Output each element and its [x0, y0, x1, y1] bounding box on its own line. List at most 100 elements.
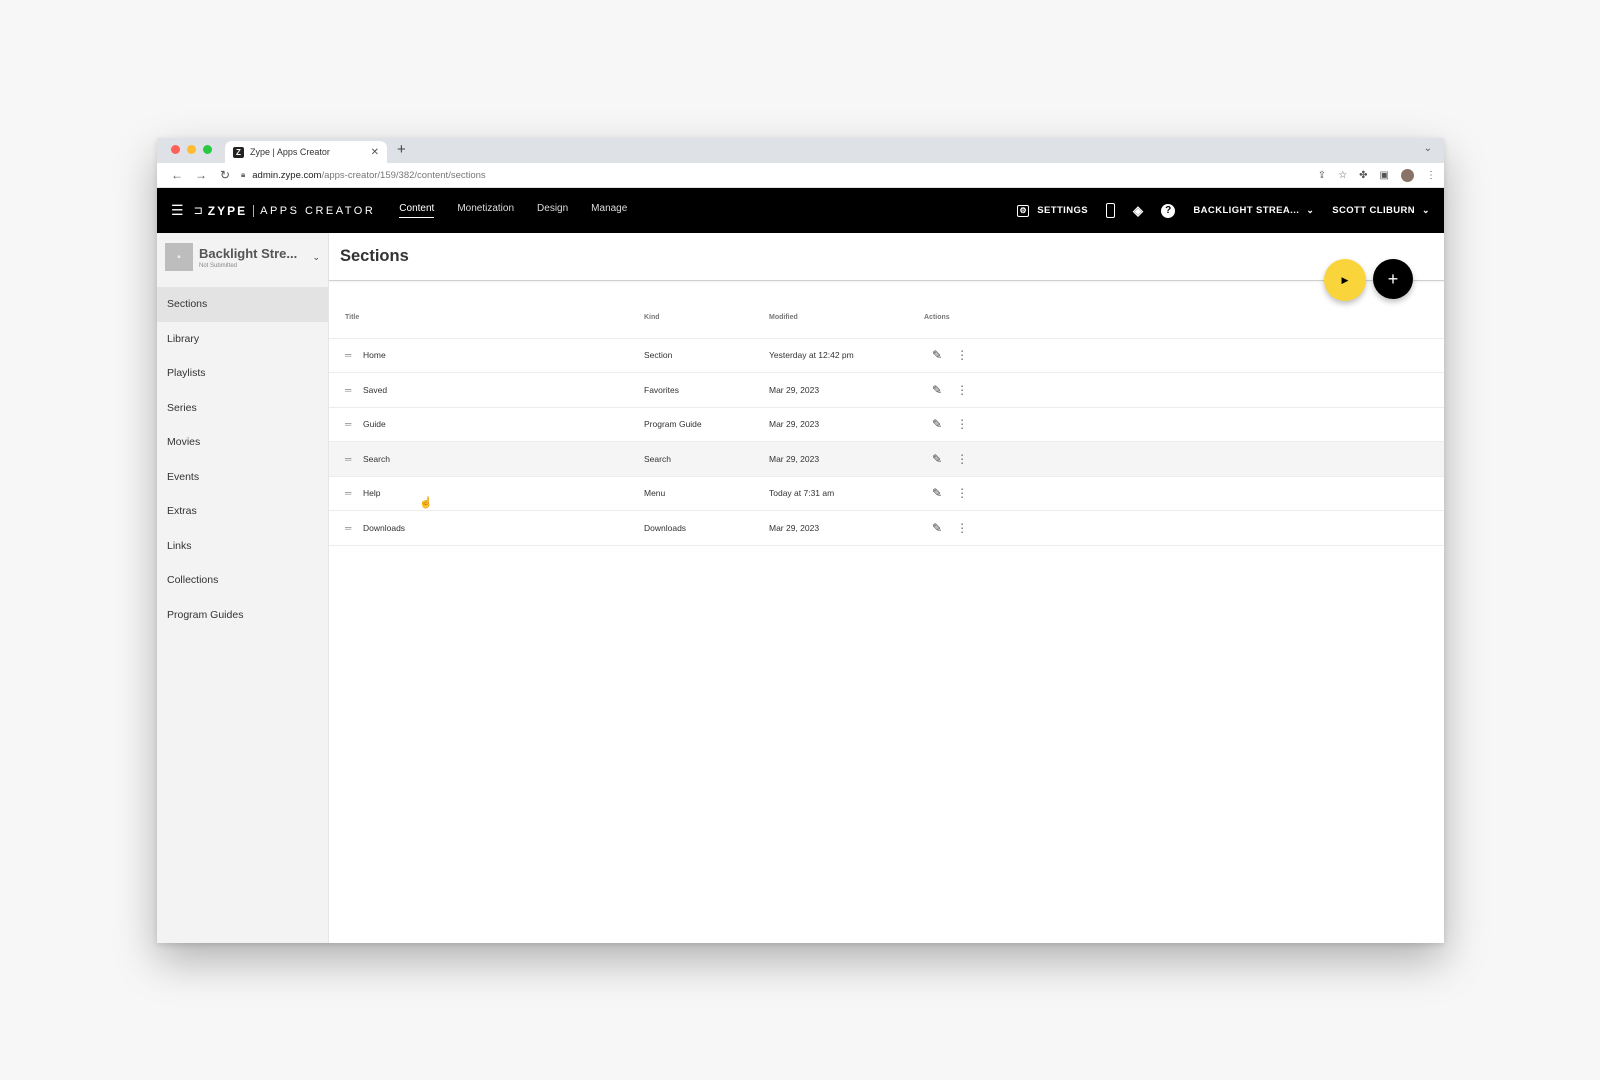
edit-pencil-icon[interactable]: ✎ — [932, 521, 942, 535]
forward-arrow-icon[interactable]: → — [189, 168, 213, 182]
drag-handle-icon[interactable]: ═ — [329, 476, 363, 511]
sidebar-item-library[interactable]: Library — [157, 322, 328, 357]
hamburger-menu-icon[interactable]: ☰ — [171, 202, 184, 219]
layers-icon[interactable]: ◈ — [1133, 203, 1143, 219]
sidebar-item-program-guides[interactable]: Program Guides — [157, 598, 328, 633]
row-spacer — [984, 441, 1444, 477]
logo-text: ZYPE — [207, 203, 248, 218]
drag-handle-icon[interactable]: ═ — [329, 338, 363, 373]
tab-close-icon[interactable]: ✕ — [371, 147, 379, 158]
browser-toolbar: ← → ↻ 🔒︎ admin.zype.com/apps-creator/159… — [157, 163, 1444, 188]
row-kind: Menu — [644, 476, 769, 511]
column-header-kind[interactable]: Kind — [644, 298, 769, 339]
edit-pencil-icon[interactable]: ✎ — [932, 417, 942, 431]
table-row[interactable]: ═ Search Search Mar 29, 2023 ✎ ⋮ — [329, 441, 1444, 477]
more-vert-icon[interactable]: ⋮ — [956, 348, 968, 362]
nav-design[interactable]: Design — [537, 203, 568, 218]
preview-play-button[interactable]: ▶ — [1324, 259, 1366, 301]
table-row[interactable]: ═ Saved Favorites Mar 29, 2023 ✎ ⋮ — [329, 372, 1444, 408]
sidebar-item-extras[interactable]: Extras — [157, 494, 328, 529]
app-thumbnail-icon: ▪ — [165, 243, 193, 271]
table-row[interactable]: ═ Home Section Yesterday at 12:42 pm ✎ ⋮ — [329, 338, 1444, 373]
page-title: Sections — [340, 247, 409, 265]
sidebar-item-links[interactable]: Links — [157, 529, 328, 564]
row-modified: Today at 7:31 am — [769, 476, 924, 511]
row-modified: Mar 29, 2023 — [769, 510, 924, 546]
row-kind: Section — [644, 338, 769, 373]
nav-manage[interactable]: Manage — [591, 203, 627, 218]
maximize-window-button[interactable] — [203, 145, 212, 154]
app-body: ▪ Backlight Stre... Not Submitted ⌄ Sect… — [157, 233, 1444, 943]
edit-pencil-icon[interactable]: ✎ — [932, 383, 942, 397]
app-selector[interactable]: ▪ Backlight Stre... Not Submitted ⌄ — [157, 233, 328, 281]
tab-title: Zype | Apps Creator — [250, 147, 330, 157]
help-icon[interactable]: ? — [1161, 203, 1176, 218]
edit-pencil-icon[interactable]: ✎ — [932, 348, 942, 362]
row-actions: ✎ ⋮ — [924, 510, 984, 546]
table-row[interactable]: ═ Downloads Downloads Mar 29, 2023 ✎ ⋮ — [329, 510, 1444, 546]
mobile-preview-icon[interactable] — [1106, 203, 1115, 218]
more-vert-icon[interactable]: ⋮ — [956, 521, 968, 535]
row-actions: ✎ ⋮ — [924, 372, 984, 408]
more-vert-icon[interactable]: ⋮ — [956, 383, 968, 397]
sidebar-item-collections[interactable]: Collections — [157, 563, 328, 598]
plus-icon: + — [1387, 268, 1399, 289]
drag-handle-icon[interactable]: ═ — [329, 372, 363, 408]
tab-search-chevron-icon[interactable]: ⌄ — [1424, 143, 1432, 154]
sidebar-item-events[interactable]: Events — [157, 460, 328, 495]
drag-handle-icon[interactable]: ═ — [329, 510, 363, 546]
edit-pencil-icon[interactable]: ✎ — [932, 486, 942, 500]
header-actions: ⚙ SETTINGS ◈ ? BACKLIGHT STREA... ⌄ SCOT… — [1017, 203, 1430, 219]
bookmark-star-icon[interactable]: ☆ — [1338, 170, 1347, 181]
settings-button[interactable]: ⚙ SETTINGS — [1017, 204, 1088, 217]
row-modified: Mar 29, 2023 — [769, 372, 924, 408]
browser-actions: ⇪ ☆ ✤ ▣ ⋮ — [1318, 168, 1436, 182]
extensions-puzzle-icon[interactable]: ✤ — [1359, 170, 1367, 181]
browser-menu-icon[interactable]: ⋮ — [1426, 170, 1436, 181]
table-row[interactable]: ═ Guide Program Guide Mar 29, 2023 ✎ ⋮ — [329, 407, 1444, 442]
row-title: Saved — [363, 372, 644, 408]
url-host: admin.zype.com — [252, 169, 322, 181]
close-window-button[interactable] — [171, 145, 180, 154]
sidebar-item-playlists[interactable]: Playlists — [157, 356, 328, 391]
share-icon[interactable]: ⇪ — [1318, 170, 1326, 181]
column-header-title[interactable]: Title — [329, 298, 644, 339]
zype-logo[interactable]: ⊐ ZYPE APPS CREATOR — [194, 204, 376, 218]
profile-avatar[interactable] — [1401, 168, 1414, 182]
nav-content[interactable]: Content — [399, 203, 435, 218]
back-arrow-icon[interactable]: ← — [165, 168, 189, 182]
drag-handle-icon[interactable]: ═ — [329, 407, 363, 442]
account-dropdown[interactable]: BACKLIGHT STREA... ⌄ — [1193, 205, 1314, 216]
edit-pencil-icon[interactable]: ✎ — [932, 452, 942, 466]
browser-window: Z Zype | Apps Creator ✕ + ⌄ ← → ↻ 🔒︎ adm… — [157, 138, 1444, 943]
sidebar-item-movies[interactable]: Movies — [157, 425, 328, 460]
table-row[interactable]: ═ Help Menu Today at 7:31 am ✎ ⋮ — [329, 476, 1444, 511]
column-header-modified[interactable]: Modified — [769, 298, 924, 339]
browser-tab[interactable]: Z Zype | Apps Creator ✕ — [225, 141, 387, 163]
main-header: Sections — [329, 233, 1444, 281]
drag-handle-icon[interactable]: ═ — [329, 441, 363, 477]
address-bar[interactable]: 🔒︎ admin.zype.com/apps-creator/159/382/c… — [241, 166, 1318, 185]
sidebar-item-sections[interactable]: Sections — [157, 287, 328, 322]
gear-icon: ⚙ — [1017, 204, 1030, 217]
main-nav: Content Monetization Design Manage — [399, 203, 627, 218]
reload-icon[interactable]: ↻ — [213, 168, 237, 182]
row-actions: ✎ ⋮ — [924, 476, 984, 511]
new-tab-icon[interactable]: + — [397, 141, 406, 158]
logo-subtitle: APPS CREATOR — [260, 204, 376, 217]
more-vert-icon[interactable]: ⋮ — [956, 417, 968, 431]
side-panel-icon[interactable]: ▣ — [1380, 170, 1389, 181]
nav-monetization[interactable]: Monetization — [457, 203, 514, 218]
row-actions: ✎ ⋮ — [924, 338, 984, 373]
window-controls — [171, 145, 212, 154]
minimize-window-button[interactable] — [187, 145, 196, 154]
app-name-block: Backlight Stre... Not Submitted — [199, 246, 312, 269]
row-spacer — [984, 338, 1444, 373]
sidebar-item-series[interactable]: Series — [157, 391, 328, 426]
add-section-button[interactable]: + — [1373, 259, 1413, 299]
user-dropdown[interactable]: SCOTT CLIBURN ⌄ — [1332, 205, 1430, 216]
more-vert-icon[interactable]: ⋮ — [956, 486, 968, 500]
row-spacer — [984, 510, 1444, 546]
column-header-actions: Actions — [924, 298, 984, 339]
more-vert-icon[interactable]: ⋮ — [956, 452, 968, 466]
